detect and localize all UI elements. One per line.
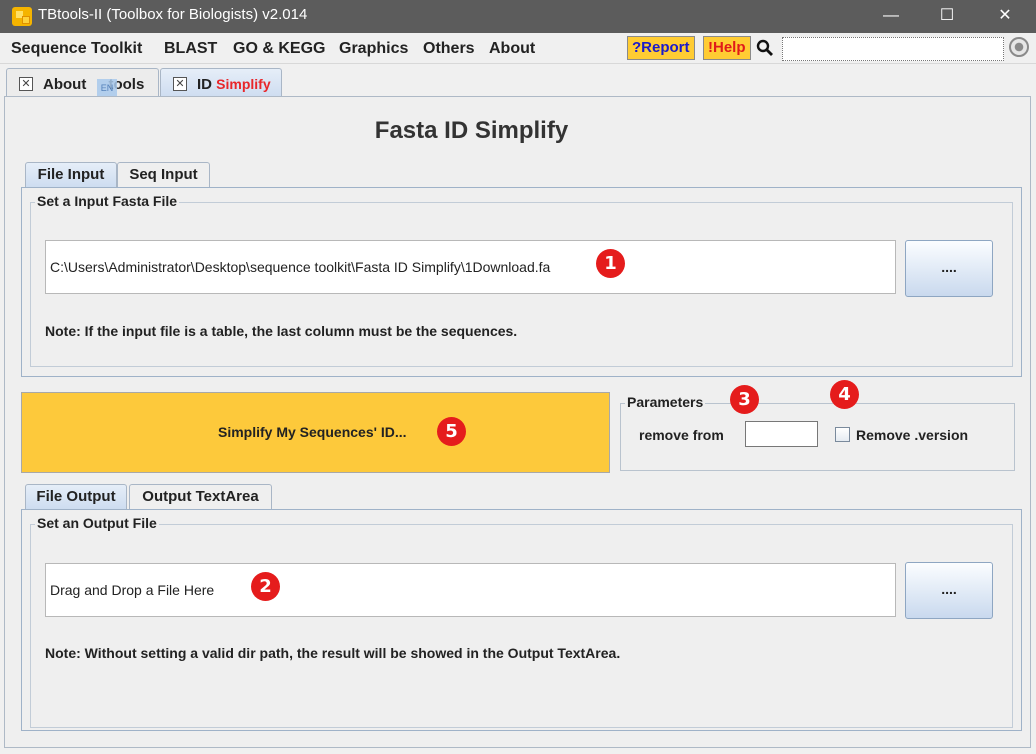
tab-file-output[interactable]: File Output [25, 484, 127, 510]
step-marker-2: 2 [251, 572, 280, 601]
output-browse-button[interactable]: .... [905, 562, 993, 619]
remove-from-field[interactable] [745, 421, 818, 447]
output-panel: Set an Output File Drag and Drop a File … [21, 509, 1022, 731]
search-box[interactable] [782, 37, 1004, 61]
help-button[interactable]: !Help [703, 36, 751, 60]
remove-from-input[interactable] [746, 422, 817, 446]
menu-sequence-toolkit[interactable]: Sequence Toolkit [11, 40, 142, 58]
menu-bar: Sequence Toolkit BLAST GO & KEGG Graphic… [0, 33, 1036, 64]
input-browse-button[interactable]: .... [905, 240, 993, 297]
page-title: Fasta ID Simplify [374, 117, 569, 144]
app-icon [12, 7, 32, 26]
menu-graphics[interactable]: Graphics [339, 40, 408, 58]
maximize-button[interactable]: ☐ [918, 0, 976, 33]
close-tab-icon[interactable]: ✕ [173, 77, 187, 91]
output-group-title: Set an Output File [35, 515, 159, 531]
tab-output-textarea[interactable]: Output TextArea [129, 484, 272, 510]
output-file-group: Set an Output File [30, 515, 1013, 728]
input-group-title: Set a Input Fasta File [35, 193, 180, 209]
output-file-field[interactable]: Drag and Drop a File Here [45, 563, 896, 617]
parameters-group: Parameters remove from Remove .version [620, 394, 1015, 471]
run-button-label: Simplify My Sequences' ID... [218, 424, 407, 440]
ime-indicator-icon: EN [97, 79, 117, 97]
tab-about-tbtools[interactable]: ✕ About tools EN [6, 68, 159, 97]
step-marker-1: 1 [596, 249, 625, 278]
tab-label: ID Simplify [197, 76, 271, 93]
parameters-title: Parameters [625, 394, 706, 410]
menu-others[interactable]: Others [423, 40, 475, 58]
window-title: TBtools-II (Toolbox for Biologists) v2.0… [38, 6, 308, 23]
document-tabs: ✕ About tools EN ✕ ID Simplify [0, 64, 1036, 98]
search-input[interactable] [783, 38, 1003, 60]
close-button[interactable]: ✕ [976, 0, 1034, 33]
busy-indicator-icon [1009, 37, 1029, 57]
tab-id-simplify[interactable]: ✕ ID Simplify [160, 68, 282, 98]
tab-label: About tools [43, 76, 145, 93]
step-marker-5: 5 [437, 417, 466, 446]
step-marker-3: 3 [730, 385, 759, 414]
main-content: Fasta ID Simplify File Input Seq Input S… [4, 96, 1031, 748]
step-marker-4: 4 [830, 380, 859, 409]
tab-seq-input[interactable]: Seq Input [117, 162, 210, 188]
search-icon[interactable] [756, 39, 774, 57]
remove-version-label[interactable]: Remove .version [856, 427, 968, 443]
menu-go-kegg[interactable]: GO & KEGG [233, 40, 325, 58]
minimize-button[interactable]: — [862, 0, 920, 33]
tab-file-input[interactable]: File Input [25, 162, 117, 188]
title-bar: TBtools-II (Toolbox for Biologists) v2.0… [0, 0, 1036, 33]
close-tab-icon[interactable]: ✕ [19, 77, 33, 91]
report-button[interactable]: ?Report [627, 36, 695, 60]
input-panel: Set a Input Fasta File C:\Users\Administ… [21, 187, 1022, 377]
remove-version-checkbox[interactable] [835, 427, 850, 442]
remove-from-label: remove from [639, 427, 724, 443]
menu-blast[interactable]: BLAST [164, 40, 217, 58]
menu-about[interactable]: About [489, 40, 535, 58]
output-note: Note: Without setting a valid dir path, … [45, 645, 621, 661]
simplify-run-button[interactable]: Simplify My Sequences' ID... [21, 392, 610, 473]
input-note: Note: If the input file is a table, the … [45, 323, 518, 339]
input-file-field[interactable]: C:\Users\Administrator\Desktop\sequence … [45, 240, 896, 294]
